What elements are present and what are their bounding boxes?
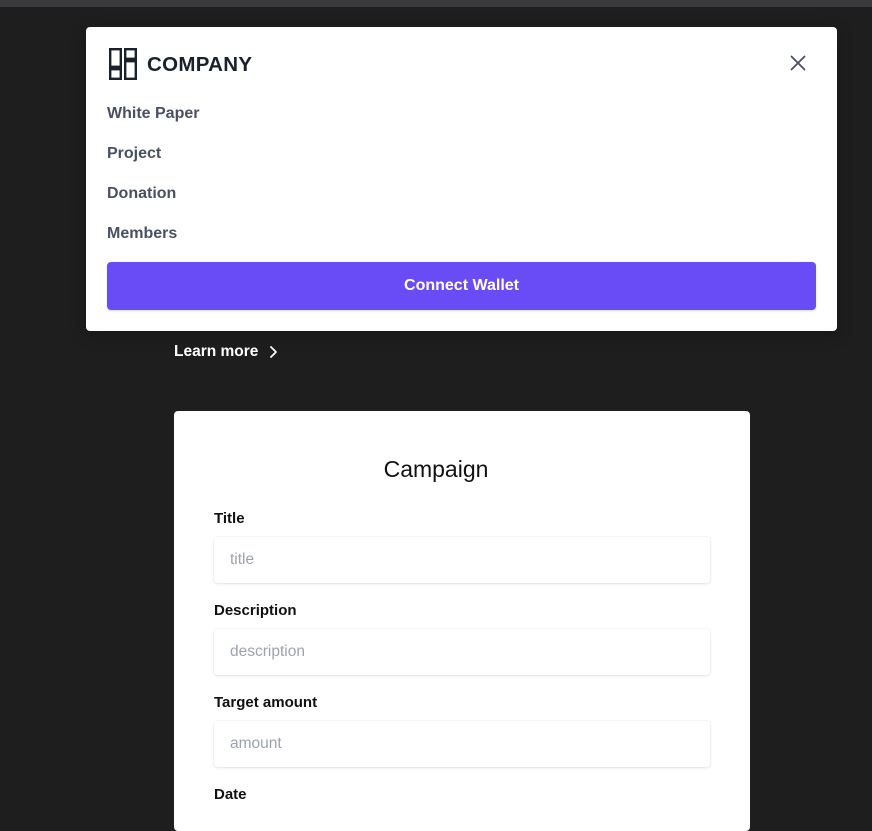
target-amount-input[interactable] bbox=[214, 721, 710, 767]
close-icon bbox=[790, 55, 806, 71]
close-menu-button[interactable] bbox=[785, 50, 811, 76]
chevron-right-icon bbox=[270, 346, 278, 358]
nav-link-project[interactable]: Project bbox=[107, 144, 161, 164]
connect-wallet-button[interactable]: Connect Wallet bbox=[107, 262, 816, 310]
description-input[interactable] bbox=[214, 629, 710, 675]
description-label: Description bbox=[214, 602, 297, 619]
title-input[interactable] bbox=[214, 537, 710, 583]
learn-more-link[interactable]: Learn more bbox=[174, 340, 278, 364]
title-label: Title bbox=[214, 510, 245, 527]
campaign-heading: Campaign bbox=[383, 456, 489, 482]
date-label: Date bbox=[214, 786, 247, 803]
nav-link-members[interactable]: Members bbox=[107, 224, 177, 244]
nav-link-donation[interactable]: Donation bbox=[107, 184, 176, 204]
learn-more-label: Learn more bbox=[174, 343, 259, 360]
nav-link-white-paper[interactable]: White Paper bbox=[107, 104, 199, 124]
brand-name: COMPANY bbox=[147, 53, 253, 76]
dashboard-grid-icon bbox=[109, 48, 137, 80]
target-amount-label: Target amount bbox=[214, 694, 318, 711]
window-top-strip bbox=[0, 0, 872, 7]
